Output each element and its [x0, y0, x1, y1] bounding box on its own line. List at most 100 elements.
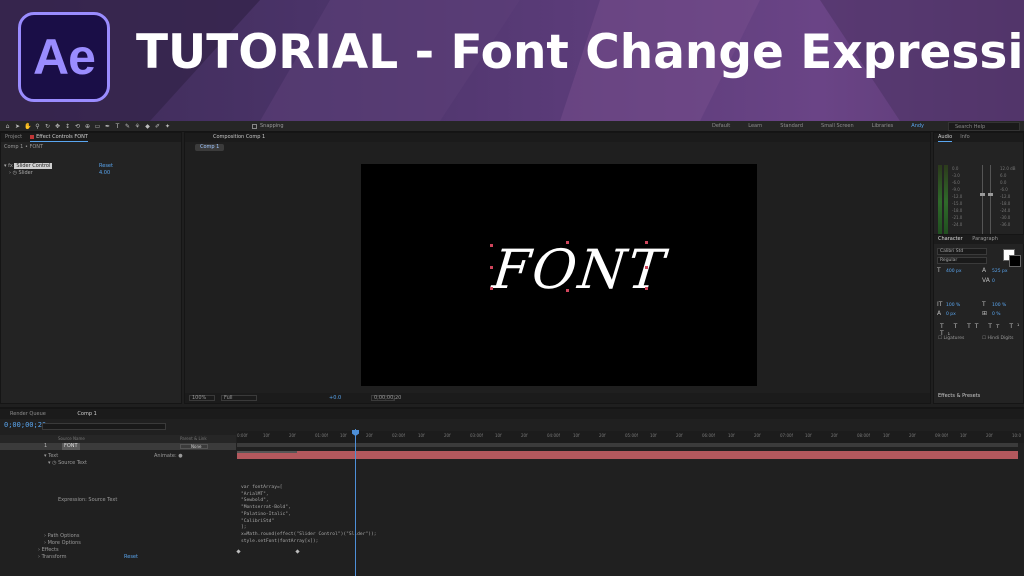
- faux-style-buttons[interactable]: T T TT Tт T¹ T₁: [940, 323, 1024, 337]
- ruler-tick-label: 20f: [366, 433, 373, 438]
- workspace-libraries[interactable]: Libraries: [872, 123, 894, 129]
- pen-tool-icon[interactable]: ✒: [104, 123, 111, 130]
- puppet-tool-icon[interactable]: ✦: [164, 123, 171, 130]
- hindi-digits-option[interactable]: ☐ Hindi Digits: [982, 336, 1013, 341]
- roto-tool-icon[interactable]: ✐: [154, 123, 161, 130]
- source-name-header[interactable]: Source Name: [58, 436, 85, 441]
- tab-comp-1[interactable]: Comp 1: [77, 411, 96, 417]
- tab-info[interactable]: Info: [960, 133, 969, 142]
- tsume-value[interactable]: 0 %: [992, 312, 1001, 317]
- keyframe[interactable]: [295, 549, 300, 554]
- path-options-group[interactable]: › Path Options: [44, 533, 79, 539]
- timeline-search-input[interactable]: [42, 423, 166, 430]
- title-banner: Ae TUTORIAL - Font Change Expression: [0, 0, 1024, 121]
- workspace-standard[interactable]: Standard: [780, 123, 803, 129]
- orbit-tool-icon[interactable]: ↻: [44, 123, 51, 130]
- bounding-handle[interactable]: [566, 289, 569, 292]
- search-help-input[interactable]: Search Help: [948, 122, 1020, 131]
- ruler-tick-label: 20f: [289, 433, 296, 438]
- tab-character[interactable]: Character: [938, 236, 963, 242]
- pan-behind-icon[interactable]: ⊕: [84, 123, 91, 130]
- baseline-value[interactable]: 0 px: [946, 312, 956, 317]
- more-options-group[interactable]: › More Options: [44, 540, 81, 546]
- ligatures-option[interactable]: ☐ Ligatures: [938, 336, 964, 341]
- parent-link-header[interactable]: Parent & Link: [180, 435, 207, 443]
- slider-property-row[interactable]: › ◷ Slider: [9, 170, 33, 176]
- bounding-handle[interactable]: [645, 266, 648, 269]
- snapping-toggle[interactable]: Snapping: [252, 123, 284, 129]
- tab-project[interactable]: Project: [5, 133, 22, 142]
- comp-timecode[interactable]: 0;00;00;20: [371, 395, 401, 401]
- transform-group[interactable]: › Transform: [38, 554, 66, 560]
- leading-value[interactable]: 525 px: [992, 269, 1008, 274]
- transform-reset[interactable]: Reset: [124, 554, 138, 560]
- effect-row-slider-control[interactable]: ▾ fx Slider Control: [4, 163, 53, 169]
- tab-audio[interactable]: Audio: [938, 133, 953, 142]
- timeline-timecode[interactable]: 0;00;00;20: [4, 421, 46, 429]
- stroke-color-swatch[interactable]: [1009, 255, 1021, 267]
- text-group[interactable]: ▾ Text: [44, 453, 58, 459]
- font-size-value[interactable]: 400 px: [946, 269, 962, 274]
- lock-icon: [30, 134, 35, 139]
- tab-paragraph[interactable]: Paragraph: [972, 236, 998, 242]
- level-sliders[interactable]: [976, 165, 996, 237]
- resolution-select[interactable]: Full: [221, 395, 257, 401]
- font-style-select[interactable]: Regular: [937, 257, 987, 264]
- pan-tool-icon[interactable]: ✥: [54, 123, 61, 130]
- zoom-select[interactable]: 100%: [189, 395, 215, 401]
- bounding-handle[interactable]: [490, 266, 493, 269]
- workspace-andy[interactable]: Andy: [911, 123, 924, 129]
- left-panel-tabs: Project Effect Controls FONT: [1, 133, 181, 142]
- bounding-handle[interactable]: [490, 287, 493, 290]
- font-family-select[interactable]: Calibri Std: [937, 248, 987, 255]
- shape-tool-icon[interactable]: ▭: [94, 123, 101, 130]
- audio-meters: 0.0 -3.0 -6.0 -9.0 -12.0 -15.0 -18.0 -21.0 -24.0…: [934, 143, 1024, 239]
- tab-effect-controls[interactable]: Effect Controls FONT: [30, 133, 88, 142]
- keyframe[interactable]: [236, 549, 241, 554]
- expression-editor[interactable]: var fontArray=[ "ArialMT", "Sewbold", "M…: [241, 485, 377, 545]
- hand-tool-icon[interactable]: ✋: [24, 123, 31, 130]
- parent-select[interactable]: None: [180, 444, 208, 449]
- selection-tool-icon[interactable]: ➤: [14, 123, 21, 130]
- bounding-handle[interactable]: [645, 241, 648, 244]
- tracking-value[interactable]: 0: [992, 279, 995, 284]
- exposure-value[interactable]: +0.0: [329, 393, 341, 403]
- fx-icon: ▾ fx: [4, 163, 15, 169]
- type-tool-icon[interactable]: T: [114, 123, 121, 130]
- bounding-handle[interactable]: [490, 244, 493, 247]
- composition-canvas[interactable]: FONT: [361, 164, 757, 386]
- bounding-handle[interactable]: [566, 241, 569, 244]
- home-icon[interactable]: ⌂: [4, 123, 11, 130]
- zoom-tool-icon[interactable]: ⚲: [34, 123, 41, 130]
- composition-panel: Composition Comp 1 Comp 1 FONT 100% Full…: [184, 132, 931, 404]
- dolly-tool-icon[interactable]: ↕: [64, 123, 71, 130]
- effect-name: Slider Control: [14, 163, 53, 169]
- reset-link[interactable]: Reset: [99, 163, 113, 169]
- clone-tool-icon[interactable]: ⚘: [134, 123, 141, 130]
- slider-value[interactable]: 4.00: [99, 170, 110, 176]
- playhead-line[interactable]: [355, 429, 356, 576]
- slider-knob[interactable]: [980, 193, 985, 196]
- effects-group[interactable]: › Effects: [38, 547, 59, 553]
- composition-tab[interactable]: Composition Comp 1: [185, 133, 930, 142]
- comp-breadcrumb[interactable]: Comp 1: [195, 144, 225, 151]
- snapping-checkbox[interactable]: [252, 123, 257, 129]
- effects-presets-title[interactable]: Effects & Presets: [938, 393, 980, 399]
- eraser-tool-icon[interactable]: ◆: [144, 123, 151, 130]
- layer-name[interactable]: FONT: [62, 443, 80, 450]
- workspace-small-screen[interactable]: Small Screen: [821, 123, 854, 129]
- layer-row-font[interactable]: 1 FONT None: [0, 443, 236, 450]
- animate-menu[interactable]: Animate: ●: [154, 453, 183, 459]
- brush-tool-icon[interactable]: ✎: [124, 123, 131, 130]
- workspace-learn[interactable]: Learn: [748, 123, 762, 129]
- tab-render-queue[interactable]: Render Queue: [10, 411, 46, 417]
- stopwatch-icon[interactable]: › ◷: [9, 170, 19, 176]
- ruler-tick-label: 06:00f: [702, 433, 715, 438]
- bounding-handle[interactable]: [645, 287, 648, 290]
- vertical-scale-value[interactable]: 100 %: [946, 303, 960, 308]
- rotate-tool-icon[interactable]: ⟲: [74, 123, 81, 130]
- horizontal-scale-value[interactable]: 100 %: [992, 303, 1006, 308]
- workspace-default[interactable]: Default: [712, 123, 730, 129]
- source-text-prop[interactable]: ▾ ◷ Source Text: [48, 460, 87, 466]
- slider-knob[interactable]: [988, 193, 993, 196]
